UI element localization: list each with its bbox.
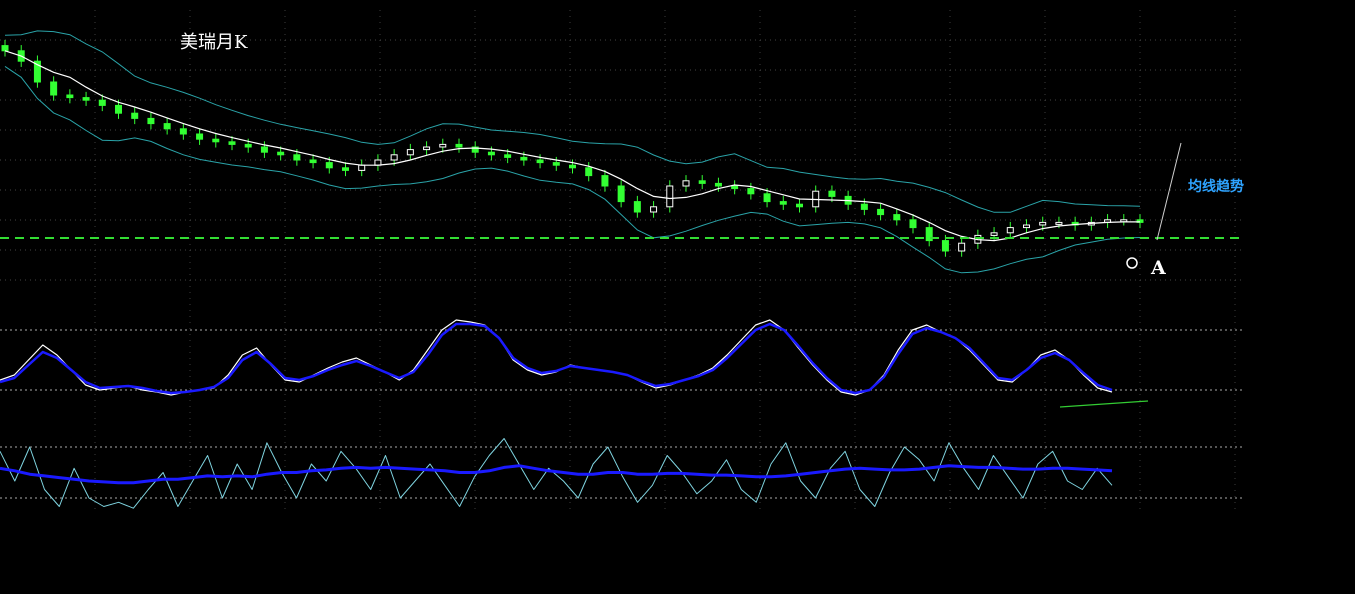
candle-body-30 [487, 151, 495, 156]
candle-body-15 [244, 143, 252, 148]
candle-body-65 [1055, 221, 1063, 225]
candle-body-24 [390, 154, 398, 161]
candle-body-54 [877, 208, 885, 216]
candle-body-7 [115, 104, 122, 114]
chart-title: 美瑞月K [180, 32, 248, 53]
osc1-series-1 [0, 322, 1113, 395]
candle-body-64 [1039, 221, 1047, 226]
candle-body-40 [650, 206, 658, 213]
candle-body-12 [196, 133, 204, 140]
upper-band-line [4, 30, 1141, 213]
candle-body-46 [747, 188, 755, 195]
candle-body-34 [552, 162, 560, 166]
candle-body-18 [293, 154, 301, 161]
candle-body-0 [1, 45, 9, 52]
candle-body-11 [179, 128, 187, 135]
candle-body-37 [601, 175, 609, 187]
candle-body-3 [50, 81, 58, 96]
candle-body-45 [731, 185, 739, 190]
candle-body-61 [990, 232, 998, 236]
candle-body-39 [633, 201, 641, 213]
candle-body-42 [682, 180, 690, 187]
chart-root: 美瑞月K 均线趋势 A [0, 0, 1355, 590]
candle-body-4 [66, 94, 74, 99]
candle-body-26 [423, 146, 431, 151]
candle-body-31 [504, 154, 512, 158]
candle-body-51 [828, 190, 836, 197]
candle-body-38 [617, 185, 625, 203]
candle-body-59 [958, 242, 966, 252]
candle-body-33 [536, 159, 544, 164]
candle-body-14 [228, 141, 236, 145]
candle-body-8 [131, 112, 139, 119]
point-label-a: A [1151, 257, 1166, 279]
candle-body-36 [585, 167, 593, 177]
candle-body-35 [569, 164, 576, 169]
candle-body-10 [163, 123, 171, 130]
candle-body-58 [941, 240, 949, 252]
candle-body-19 [309, 159, 317, 164]
candle-body-25 [406, 149, 414, 156]
candle-body-13 [212, 138, 220, 143]
candle-body-20 [325, 162, 333, 169]
candle-body-9 [147, 117, 155, 125]
trend-stroke [1156, 142, 1182, 241]
candle-body-44 [714, 182, 722, 187]
candle-body-49 [796, 203, 803, 208]
trend-annotation: 均线趋势 [1188, 179, 1244, 195]
candle-body-53 [860, 203, 868, 210]
candle-body-28 [455, 143, 463, 148]
candle-body-27 [439, 143, 447, 148]
candle-body-63 [1023, 224, 1030, 229]
point-marker-a [1126, 257, 1138, 269]
moving-average-line [4, 50, 1140, 242]
divergence-line [1059, 400, 1149, 408]
candle-body-41 [666, 185, 674, 208]
candle-body-48 [779, 201, 787, 205]
candle-body-22 [358, 164, 366, 171]
candle-body-5 [82, 97, 90, 101]
chart-canvas [0, 10, 1242, 510]
candle-body-62 [1006, 227, 1014, 234]
candle-body-17 [277, 151, 285, 156]
candle-body-21 [342, 167, 349, 171]
candle-body-6 [98, 99, 106, 106]
candle-body-43 [698, 180, 706, 184]
candle-body-16 [260, 146, 268, 153]
candle-body-56 [909, 219, 917, 229]
candle-body-55 [893, 214, 901, 221]
candle-body-32 [520, 156, 528, 161]
osc1-series-0 [0, 319, 1113, 396]
candle-body-47 [763, 193, 771, 203]
